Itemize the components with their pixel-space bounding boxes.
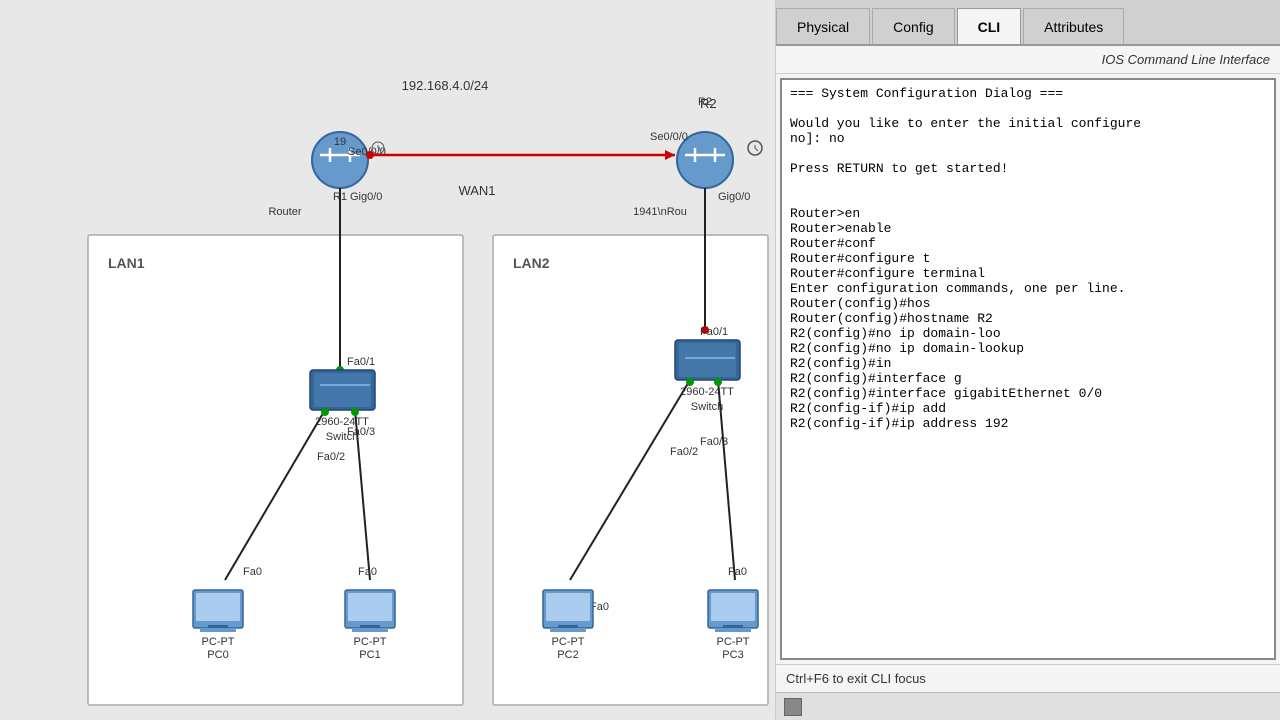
- lan2-label: LAN2: [513, 255, 550, 271]
- cli-terminal[interactable]: === System Configuration Dialog === Woul…: [780, 78, 1276, 660]
- cli-header: IOS Command Line Interface: [776, 46, 1280, 74]
- sw2-label: 2960-24TT: [680, 386, 734, 398]
- pc3-name: PC3: [722, 649, 743, 661]
- cli-scroll-button[interactable]: [784, 698, 802, 716]
- tab-attributes[interactable]: Attributes: [1023, 8, 1124, 44]
- pc1-name: PC1: [359, 649, 380, 661]
- pc2-name: PC2: [557, 649, 578, 661]
- tab-cli[interactable]: CLI: [957, 8, 1022, 44]
- wan-network-label: 192.168.4.0/24: [402, 78, 489, 93]
- tab-config[interactable]: Config: [872, 8, 954, 44]
- sw2-fa1-label: Fa0/1: [700, 326, 728, 338]
- pc2-type: PC-PT: [552, 636, 585, 648]
- r2-gig-label: Gig0/0: [718, 191, 750, 203]
- network-diagram: LAN1 LAN2 192.168.4.0/24 WAN1 19 Router …: [0, 0, 775, 720]
- sw2-name: Switch: [691, 401, 723, 413]
- sw1-fa2-label: Fa0/2: [317, 451, 345, 463]
- wan-name-label: WAN1: [458, 183, 495, 198]
- pc1-type: PC-PT: [354, 636, 387, 648]
- r1-subtype: Router: [268, 206, 301, 218]
- diagram-panel: LAN1 LAN2 192.168.4.0/24 WAN1 19 Router …: [0, 0, 775, 720]
- pc3-type: PC-PT: [717, 636, 750, 648]
- pc0-name: PC0: [207, 649, 228, 661]
- sw1-pc1-fa: Fa0: [358, 566, 377, 578]
- sw2-pc3-fa: Fa0: [728, 566, 747, 578]
- tab-physical[interactable]: Physical: [776, 8, 870, 44]
- config-panel: Physical Config CLI Attributes IOS Comma…: [775, 0, 1280, 720]
- tab-bar: Physical Config CLI Attributes: [776, 0, 1280, 46]
- sw2-fa2-label: Fa0/2: [670, 446, 698, 458]
- r2-se-label: Se0/0/0: [650, 131, 688, 143]
- r1-gig-label: Gig0/0: [350, 191, 382, 203]
- sw1-fa1-label: Fa0/1: [347, 356, 375, 368]
- lan1-label: LAN1: [108, 255, 145, 271]
- sw1-pc0-fa: Fa0: [243, 566, 262, 578]
- r2-top-label: R2: [700, 96, 717, 111]
- r2-subtype: 1941\nRou: [633, 206, 687, 218]
- pc0-type: PC-PT: [202, 636, 235, 648]
- cli-footer: Ctrl+F6 to exit CLI focus: [776, 664, 1280, 692]
- r1-type-label: 19: [334, 136, 346, 148]
- sw1-fa3-label: Fa0/3: [347, 426, 375, 438]
